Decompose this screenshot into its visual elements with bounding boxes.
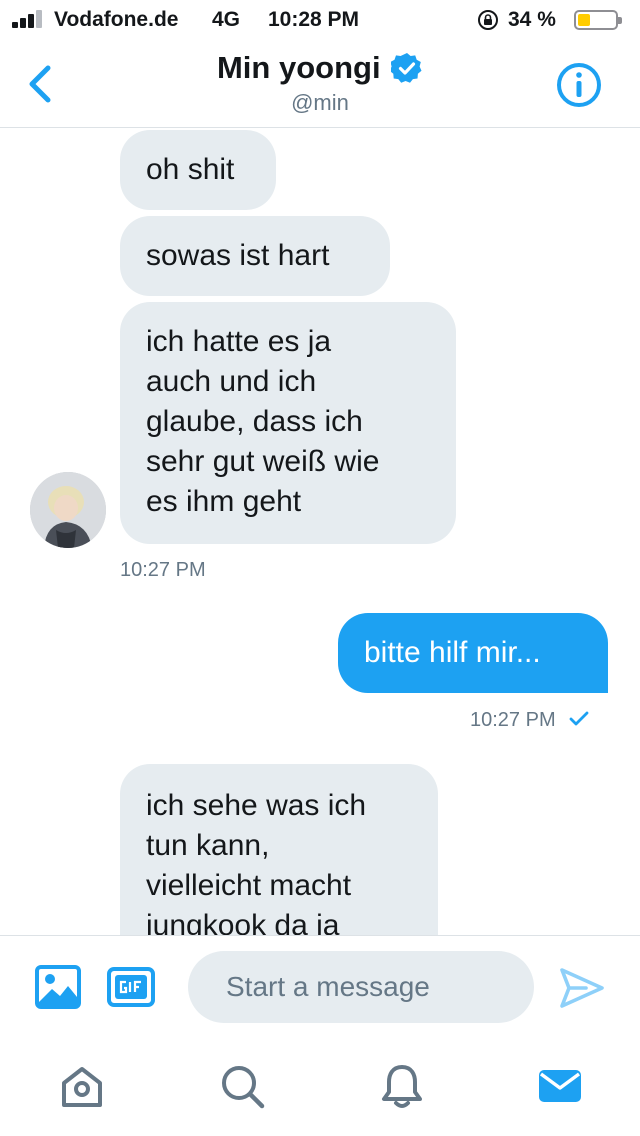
info-icon[interactable]	[556, 62, 602, 108]
sent-timestamp-row: 10:27 PM	[470, 709, 589, 732]
battery-percent: 34 %	[508, 8, 556, 31]
read-checkmark-icon	[569, 711, 589, 726]
message-line: jungkook da ja	[146, 909, 340, 935]
message-composer: Start a message	[0, 935, 640, 1040]
messages-icon[interactable]	[536, 1062, 584, 1110]
send-icon[interactable]	[558, 966, 606, 1010]
message-line: ich sehe was ich	[146, 789, 367, 822]
status-bar: Vodafone.de 4G 10:28 PM 34 %	[0, 0, 640, 40]
signal-strength-icon	[12, 10, 50, 28]
search-icon[interactable]	[218, 1062, 266, 1110]
status-time: 10:28 PM	[268, 8, 360, 31]
user-handle: @min	[291, 90, 349, 115]
conversation-header: Min yoongi @min	[0, 40, 640, 128]
message-input[interactable]: Start a message	[188, 951, 534, 1023]
sent-message[interactable]: bitte hilf mir...	[338, 613, 608, 693]
received-message[interactable]: ich sehe was ich tun kann, vielleicht ma…	[120, 764, 438, 935]
image-icon[interactable]	[34, 964, 82, 1010]
message-line: es ihm geht	[146, 485, 302, 518]
message-timestamp: 10:27 PM	[120, 559, 206, 581]
battery-icon	[574, 10, 622, 30]
network-type: 4G	[212, 8, 241, 31]
message-line: auch und ich	[146, 365, 317, 398]
message-line: sehr gut weiß wie	[146, 445, 380, 478]
page-title: Min yoongi	[216, 50, 381, 85]
message-timestamp: 10:27 PM	[470, 709, 556, 731]
verified-badge-icon	[391, 53, 422, 83]
gif-icon[interactable]	[106, 966, 156, 1008]
rotation-lock-icon	[478, 10, 498, 30]
message-line: ich hatte es ja	[146, 325, 332, 358]
header-title-block[interactable]: Min yoongi @min	[0, 50, 640, 116]
received-message[interactable]: ich hatte es ja auch und ich glaube, das…	[120, 302, 456, 544]
home-icon[interactable]	[58, 1062, 106, 1110]
notifications-icon[interactable]	[378, 1062, 426, 1110]
received-message[interactable]: oh shit	[120, 130, 276, 210]
bottom-tab-bar	[0, 1040, 640, 1136]
message-line: vielleicht macht	[146, 869, 352, 902]
received-message[interactable]: sowas ist hart	[120, 216, 390, 296]
message-line: tun kann,	[146, 829, 270, 862]
avatar[interactable]	[30, 472, 106, 548]
message-line: glaube, dass ich	[146, 405, 363, 438]
message-thread[interactable]: oh shit sowas ist hart ich hatte es ja a…	[0, 129, 640, 935]
carrier-name: Vodafone.de	[54, 8, 179, 31]
